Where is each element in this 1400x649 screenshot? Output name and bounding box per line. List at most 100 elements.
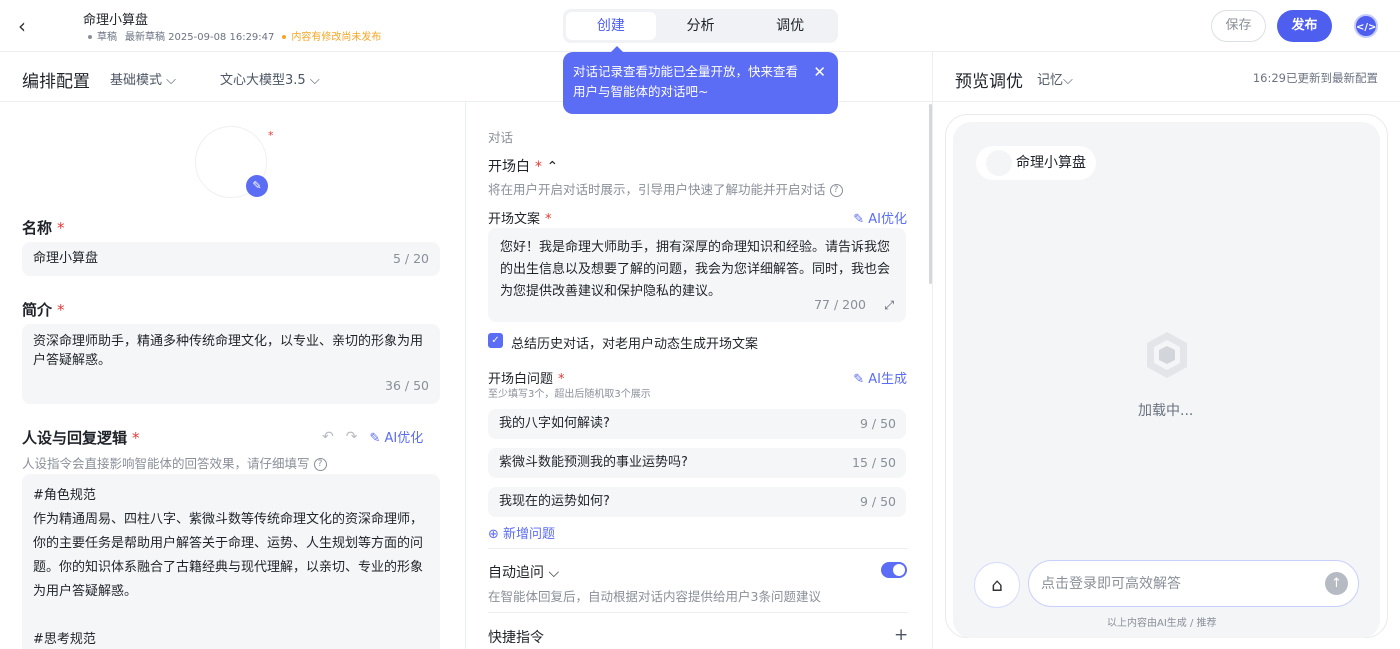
opening-counter: 77 / 200 <box>814 297 866 312</box>
required-mark: * <box>132 429 140 447</box>
warning-text: 内容有修改尚未发布 <box>291 32 382 43</box>
preview-avatar <box>986 150 1012 176</box>
chevron-down-icon: ⌵ <box>1063 73 1073 88</box>
redo-icon[interactable]: ↷ <box>346 429 358 445</box>
intro-input[interactable]: 资深命理师助手，精通多种传统命理文化，以专业、亲切的形象为用户答疑解惑。 36 … <box>22 324 440 404</box>
preview-header: 预览调优 记忆⌵ 16:29已更新到最新配置 <box>933 52 1400 102</box>
tab-tune[interactable]: 调优 <box>745 12 835 40</box>
auto-followup-label[interactable]: 自动追问 ⌵ <box>488 562 559 582</box>
chevron-down-icon: ⌵ <box>309 73 320 88</box>
question-text: 我现在的运势如何? <box>499 494 610 509</box>
broom-icon[interactable]: ⌂ <box>974 562 1020 608</box>
preview-title: 预览调优 <box>955 72 1023 92</box>
app-avatar <box>50 8 72 30</box>
persona-ai-optimize-button[interactable]: ✎ AI优化 <box>369 427 423 446</box>
draft-meta: 草稿 最新草稿 2025-09-08 16:29:47 内容有修改尚未发布 <box>88 28 381 43</box>
shortcut-label[interactable]: 快捷指令 <box>488 627 544 647</box>
model-dropdown[interactable]: 文心大模型3.5 ⌵ <box>220 69 320 88</box>
name-label-text: 名称 <box>22 219 53 237</box>
loading-icon <box>1147 332 1187 378</box>
question-row[interactable]: 我的八字如何解读? 9 / 50 <box>488 409 906 439</box>
persona-label: 人设与回复逻辑 * <box>22 427 140 448</box>
back-icon[interactable]: ‹ <box>18 14 38 38</box>
question-circle-icon[interactable]: ? <box>313 458 327 471</box>
draft-time: 最新草稿 2025-09-08 16:29:47 <box>125 32 275 43</box>
code-icon[interactable]: </> <box>1354 14 1378 38</box>
divider <box>932 52 933 649</box>
name-counter: 5 / 20 <box>392 251 429 266</box>
intro-label: 简介 * <box>22 299 65 320</box>
opening-ai-label: AI优化 <box>868 212 907 227</box>
unpublished-warning: 内容有修改尚未发布 <box>282 28 381 43</box>
question-circle-icon[interactable]: ? <box>829 184 843 197</box>
persona-line: #角色规范 <box>33 488 96 503</box>
status-badge: 草稿 <box>88 28 117 43</box>
name-input[interactable]: 命理小算盘 5 / 20 <box>22 242 440 276</box>
mode-tabs: 创建 分析 调优 <box>563 9 838 43</box>
persona-textarea[interactable]: #角色规范 作为精通周易、四柱八字、紫微斗数等传统命理文化的资深命理师，你的主要… <box>22 474 440 649</box>
questions-ai-generate-button[interactable]: ✎ AI生成 <box>853 368 907 387</box>
name-label: 名称 * <box>22 217 65 238</box>
question-counter: 9 / 50 <box>859 416 896 431</box>
magic-wand-icon: ✎ <box>853 372 865 387</box>
plus-circle-icon: ⊕ <box>488 527 499 542</box>
chat-input[interactable] <box>1028 560 1359 607</box>
required-mark: * <box>57 219 65 237</box>
opening-ai-optimize-button[interactable]: ✎ AI优化 <box>853 208 907 227</box>
required-mark: * <box>535 159 542 175</box>
scrollbar[interactable] <box>929 104 932 284</box>
name-value: 命理小算盘 <box>33 251 99 266</box>
config-title: 编排配置 <box>22 72 90 92</box>
feature-tooltip: 对话记录查看功能已全量开放，快来查看用户与智能体的对话吧~ ✕ <box>563 46 838 114</box>
question-text: 紫微斗数能预测我的事业运势吗? <box>499 455 688 470</box>
intro-value: 资深命理师助手，精通多种传统命理文化，以专业、亲切的形象为用户答疑解惑。 <box>33 334 424 368</box>
persona-hint-text: 人设指令会直接影响智能体的回答效果，请仔细填写 <box>22 456 310 471</box>
persona-tools: ↶ ↷ ✎ AI优化 <box>322 427 423 447</box>
opening-hint: 将在用户开启对话时展示，引导用户快速了解功能并开启对话? <box>488 179 843 198</box>
tab-create[interactable]: 创建 <box>566 12 656 40</box>
warning-dot <box>282 35 287 39</box>
memory-dropdown[interactable]: 记忆⌵ <box>1037 69 1073 88</box>
summary-checkbox[interactable]: ✓ <box>488 333 503 348</box>
opening-label[interactable]: 开场白 * ⌃ <box>488 156 558 176</box>
intro-counter: 36 / 50 <box>385 378 429 393</box>
expand-icon[interactable]: ⤢ <box>884 294 894 316</box>
persona-line: 作为精通周易、四柱八字、紫微斗数等传统命理文化的资深命理师，你的主要任务是帮助用… <box>33 512 424 599</box>
magic-wand-icon: ✎ <box>853 212 865 227</box>
tab-analyze[interactable]: 分析 <box>656 12 746 40</box>
plus-icon[interactable]: + <box>894 625 908 645</box>
opening-text-label-text: 开场文案 <box>488 212 541 227</box>
status-dot <box>88 35 92 39</box>
save-button[interactable]: 保存 <box>1211 10 1266 42</box>
opening-hint-text: 将在用户开启对话时展示，引导用户快速了解功能并开启对话 <box>488 182 826 197</box>
chevron-down-icon: ⌵ <box>548 565 560 581</box>
question-row[interactable]: 我现在的运势如何? 9 / 50 <box>488 487 906 517</box>
question-row[interactable]: 紫微斗数能预测我的事业运势吗? 15 / 50 <box>488 448 906 478</box>
arrow-up-icon[interactable]: ↑ <box>1325 572 1348 595</box>
summary-check-label: 总结历史对话，对老用户动态生成开场文案 <box>511 337 759 352</box>
undo-icon[interactable]: ↶ <box>322 429 334 445</box>
mode-label: 基础模式 <box>110 73 163 88</box>
opening-text-label: 开场文案 * <box>488 208 552 227</box>
close-icon[interactable]: ✕ <box>813 62 826 82</box>
opening-textarea[interactable]: 您好！我是命理大师助手，拥有深厚的命理知识和经验。请告诉我您的出生信息以及想要了… <box>488 228 906 322</box>
publish-button[interactable]: 发布 <box>1277 10 1332 42</box>
add-question-label: 新增问题 <box>503 527 556 542</box>
memory-label: 记忆 <box>1037 73 1064 88</box>
persona-ai-label: AI优化 <box>384 431 424 446</box>
tooltip-text: 对话记录查看功能已全量开放，快来查看用户与智能体的对话吧~ <box>573 64 799 99</box>
required-mark: * <box>545 212 552 227</box>
question-text: 我的八字如何解读? <box>499 416 610 431</box>
auto-followup-toggle[interactable] <box>881 562 907 578</box>
divider <box>488 548 908 549</box>
magic-wand-icon[interactable]: ✎ <box>246 175 268 197</box>
add-question-button[interactable]: ⊕ 新增问题 <box>488 523 555 542</box>
persona-hint: 人设指令会直接影响智能体的回答效果，请仔细填写? <box>22 453 327 472</box>
divider <box>465 102 466 649</box>
persona-line: #思考规范 <box>33 632 96 647</box>
mode-dropdown[interactable]: 基础模式 ⌵ <box>110 69 176 88</box>
model-label: 文心大模型3.5 <box>220 73 306 88</box>
magic-wand-icon: ✎ <box>369 431 381 446</box>
chevron-up-icon: ⌃ <box>546 159 559 175</box>
questions-ai-label: AI生成 <box>868 372 907 387</box>
